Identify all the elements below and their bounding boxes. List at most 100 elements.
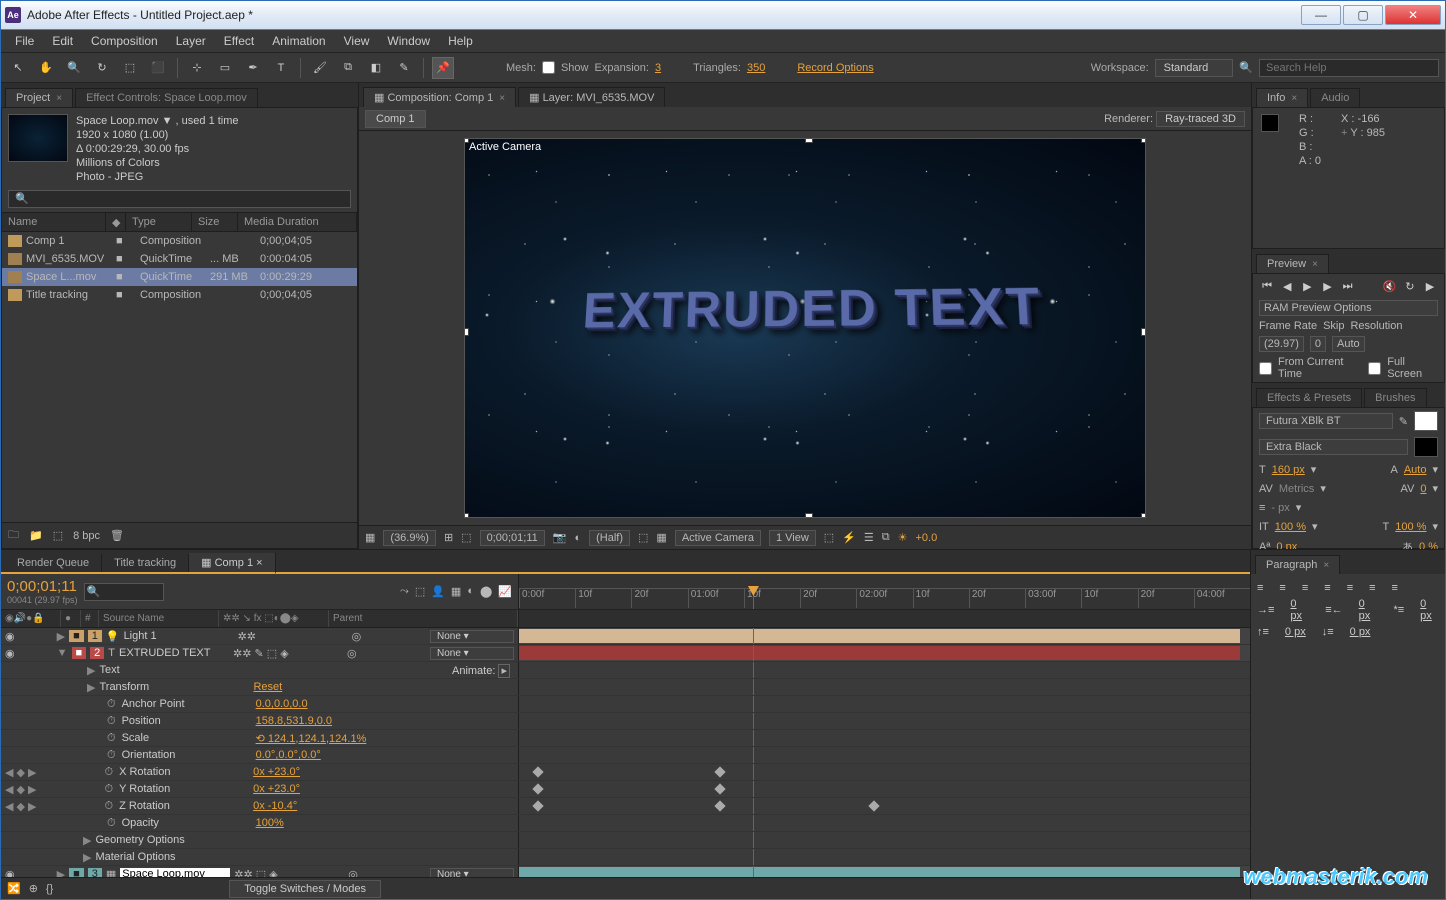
exposure-value[interactable]: +0.0	[916, 532, 938, 544]
tab-effect-controls[interactable]: Effect Controls: Space Loop.mov	[75, 88, 258, 107]
current-time-indicator[interactable]	[753, 586, 754, 609]
transparency-icon[interactable]: ▦	[656, 531, 666, 544]
snapshot-icon[interactable]: 📷	[553, 531, 567, 544]
project-item[interactable]: Title tracking■Composition0;00;04;05	[2, 286, 357, 304]
timeline-row[interactable]: ◀ ◆ ▶⏱Z Rotation0x -10.4°	[1, 798, 1250, 815]
first-frame-icon[interactable]: ⏮	[1259, 278, 1275, 294]
always-preview-icon[interactable]: ▦	[365, 531, 375, 544]
pin-tool-icon[interactable]: 📌	[432, 57, 454, 79]
indent-right-value[interactable]: 0 px	[1359, 598, 1378, 622]
menu-animation[interactable]: Animation	[264, 31, 333, 51]
timeline-row[interactable]: ⏱Opacity100%	[1, 815, 1250, 832]
pen-tool-icon[interactable]: ✒	[242, 57, 264, 79]
mesh-show-checkbox[interactable]	[542, 61, 555, 74]
from-current-checkbox[interactable]	[1259, 362, 1272, 375]
expansion-value[interactable]: 3	[655, 62, 661, 74]
fill-color-swatch[interactable]	[1414, 411, 1438, 431]
frame-blend-icon[interactable]: ▦	[451, 585, 461, 598]
justify-center-icon[interactable]: ≡	[1347, 582, 1353, 594]
hide-shy-icon[interactable]: 👤	[431, 585, 445, 598]
align-left-icon[interactable]: ≡	[1257, 582, 1263, 594]
timeline-row[interactable]: ◉▼■2TEXTRUDED TEXT✲✲ ✎ ⬚ ◈◎None ▾	[1, 645, 1250, 662]
tab-info[interactable]: Info×	[1256, 88, 1308, 107]
tab-project[interactable]: Project×	[5, 88, 73, 107]
tab-layer-viewer[interactable]: ▦ Layer: MVI_6535.MOV	[518, 87, 665, 107]
tab-preview[interactable]: Preview×	[1256, 254, 1329, 273]
camera-tool-icon[interactable]: ⬚	[119, 57, 141, 79]
maximize-button[interactable]: ▢	[1343, 5, 1383, 25]
interpret-icon[interactable]: 🗀	[8, 526, 19, 545]
toggle-switches-icon[interactable]: 🔀	[7, 882, 21, 895]
timeline-row[interactable]: ◀ ◆ ▶⏱Y Rotation0x +23.0°	[1, 781, 1250, 798]
clone-tool-icon[interactable]: ⧉	[337, 57, 359, 79]
loop-icon[interactable]: ↻	[1402, 278, 1418, 294]
align-center-icon[interactable]: ≡	[1279, 582, 1285, 594]
selection-tool-icon[interactable]: ↖	[7, 57, 29, 79]
zoom-in-icon[interactable]: ⊕	[29, 882, 38, 895]
close-button[interactable]: ✕	[1385, 5, 1441, 25]
indent-left-value[interactable]: 0 px	[1290, 598, 1309, 622]
space-after-value[interactable]: 0 px	[1350, 626, 1371, 638]
rotate-tool-icon[interactable]: ↻	[91, 57, 113, 79]
font-size-value[interactable]: 160 px	[1272, 464, 1305, 476]
framerate-dropdown[interactable]: (29.97)	[1259, 336, 1304, 352]
timeline-row[interactable]: ▶Geometry Options	[1, 832, 1250, 849]
last-frame-icon[interactable]: ⏭	[1340, 278, 1356, 294]
new-folder-icon[interactable]: 📁	[29, 529, 43, 542]
indent-first-value[interactable]: 0 px	[1420, 598, 1439, 622]
tracking-value[interactable]: 0	[1420, 483, 1426, 495]
menu-window[interactable]: Window	[379, 31, 438, 51]
leading-value[interactable]: Auto	[1404, 464, 1427, 476]
timeline-row[interactable]: ▶TransformReset	[1, 679, 1250, 696]
brush-tool-icon[interactable]: 🖌	[309, 57, 331, 79]
flowchart-icon[interactable]: ⧉	[882, 531, 890, 544]
next-frame-icon[interactable]: ▶	[1319, 278, 1335, 294]
preview-res-dropdown[interactable]: Auto	[1332, 336, 1365, 352]
timeline-ruler[interactable]: 0:00f10f20f01:00f10f20f02:00f10f20f03:00…	[519, 574, 1250, 609]
anchor-tool-icon[interactable]: ⊹	[186, 57, 208, 79]
ram-options-dropdown[interactable]: RAM Preview Options	[1259, 300, 1438, 316]
project-search-input[interactable]	[8, 190, 351, 208]
timeline-tab[interactable]: ▦ Comp 1 ×	[189, 553, 275, 574]
zoom-out-icon[interactable]: {}	[46, 883, 53, 895]
renderer-dropdown[interactable]: Ray-traced 3D	[1156, 111, 1245, 127]
camera-dropdown[interactable]: Active Camera	[675, 530, 761, 546]
zoom-dropdown[interactable]: (36.9%)	[383, 530, 436, 546]
toggle-switches-button[interactable]: Toggle Switches / Modes	[229, 880, 381, 898]
timeline-row[interactable]: ▶Material Options	[1, 849, 1250, 866]
brain-icon[interactable]: ⬤	[480, 585, 492, 598]
resolution-dropdown[interactable]: (Half)	[589, 530, 630, 546]
timeline-row[interactable]: ⏱Scale⟲ 124.1,124.1,124.1%	[1, 730, 1250, 747]
timeline-icon[interactable]: ☰	[864, 531, 874, 544]
menu-composition[interactable]: Composition	[83, 31, 166, 51]
draft3d-icon[interactable]: ⬚	[415, 585, 425, 598]
menu-edit[interactable]: Edit	[44, 31, 81, 51]
tab-effects-presets[interactable]: Effects & Presets	[1256, 388, 1362, 407]
toggle-mask-icon[interactable]: ⬚	[461, 531, 471, 544]
menu-effect[interactable]: Effect	[216, 31, 262, 51]
font-family-dropdown[interactable]: Futura XBlk BT	[1259, 413, 1393, 429]
graph-editor-icon[interactable]: 📈	[498, 585, 512, 598]
tab-paragraph[interactable]: Paragraph×	[1255, 555, 1340, 574]
ram-preview-icon[interactable]: ▶	[1422, 278, 1438, 294]
menu-view[interactable]: View	[336, 31, 378, 51]
timeline-search-input[interactable]	[84, 583, 164, 601]
exposure-icon[interactable]: ☀	[898, 531, 908, 544]
comp-mini-flowchart-icon[interactable]: ⤳	[400, 585, 409, 598]
pixel-ar-icon[interactable]: ⬚	[824, 531, 834, 544]
justify-right-icon[interactable]: ≡	[1369, 582, 1375, 594]
timeline-timecode[interactable]: 0;00;01;11	[7, 578, 78, 595]
type-tool-icon[interactable]: T	[270, 57, 292, 79]
timeline-tab[interactable]: Title tracking	[102, 554, 189, 572]
tab-composition[interactable]: ▦ Composition: Comp 1×	[363, 87, 516, 107]
new-comp-icon[interactable]: ⬚	[53, 529, 63, 542]
timeline-row[interactable]: ◉▶■1💡Light 1✲✲◎None ▾	[1, 628, 1250, 645]
current-time[interactable]: 0;00;01;11	[480, 530, 545, 546]
prev-frame-icon[interactable]: ◀	[1279, 278, 1295, 294]
camera2-tool-icon[interactable]: ⬛	[147, 57, 169, 79]
timeline-row[interactable]: ⏱Position158.8,531.9,0.0	[1, 713, 1250, 730]
tab-audio[interactable]: Audio	[1310, 88, 1360, 107]
play-icon[interactable]: ▶	[1299, 278, 1315, 294]
res-grid-icon[interactable]: ⊞	[444, 531, 453, 544]
comp-breadcrumb[interactable]: Comp 1	[365, 110, 426, 128]
